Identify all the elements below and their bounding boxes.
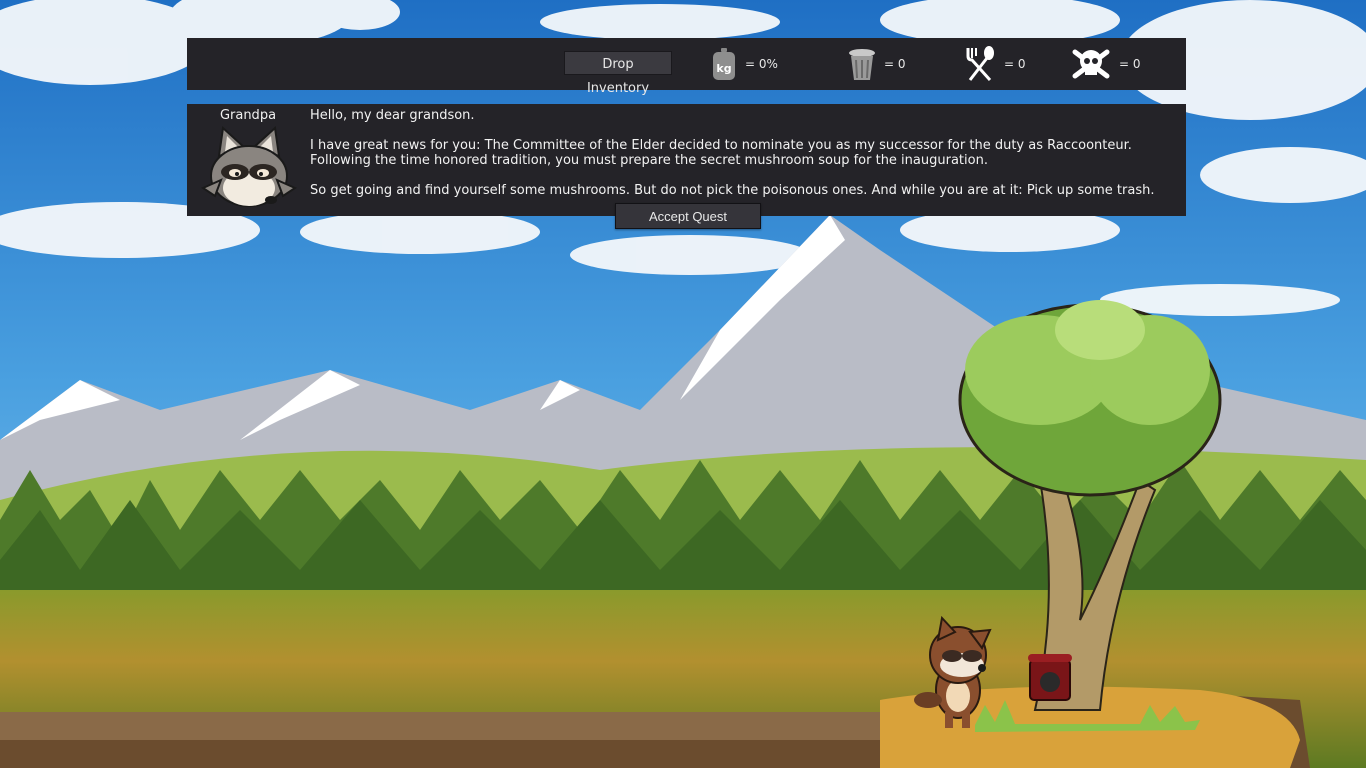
dialog-line-3: So get going and find yourself some mush… (310, 183, 1155, 198)
trash-can-icon (849, 49, 875, 80)
quest-dialog: Grandpa Hello, my dear grandson. I have … (187, 104, 1186, 216)
fork-spoon-icon (966, 46, 994, 82)
telephone-object (1028, 654, 1072, 701)
weight-stat: kg = 0% (711, 38, 778, 90)
weight-value: = 0% (745, 57, 778, 71)
food-stat: = 0 (964, 38, 1026, 90)
inventory-hud: Drop Inventory kg = 0% = 0 = 0 = 0 (187, 38, 1186, 96)
food-value: = 0 (1004, 57, 1026, 71)
dialog-text: Hello, my dear grandson. I have great ne… (310, 108, 1170, 213)
grandpa-portrait (201, 126, 297, 207)
poison-value: = 0 (1119, 57, 1141, 71)
weight-icon: kg (713, 48, 735, 80)
drop-inventory-button[interactable]: Drop Inventory (564, 51, 672, 96)
trash-stat: = 0 (848, 38, 906, 90)
dialog-line-2: Following the time honored tradition, yo… (310, 153, 988, 168)
dialog-greeting: Hello, my dear grandson. (310, 108, 475, 123)
poison-stat: = 0 (1071, 38, 1141, 90)
svg-text:kg: kg (716, 62, 731, 75)
trash-value: = 0 (884, 57, 906, 71)
skull-crossbones-icon (1072, 49, 1110, 79)
accept-quest-button[interactable]: Accept Quest (615, 203, 761, 229)
dialog-line-1: I have great news for you: The Committee… (310, 138, 1132, 153)
speaker-name: Grandpa (219, 108, 277, 123)
